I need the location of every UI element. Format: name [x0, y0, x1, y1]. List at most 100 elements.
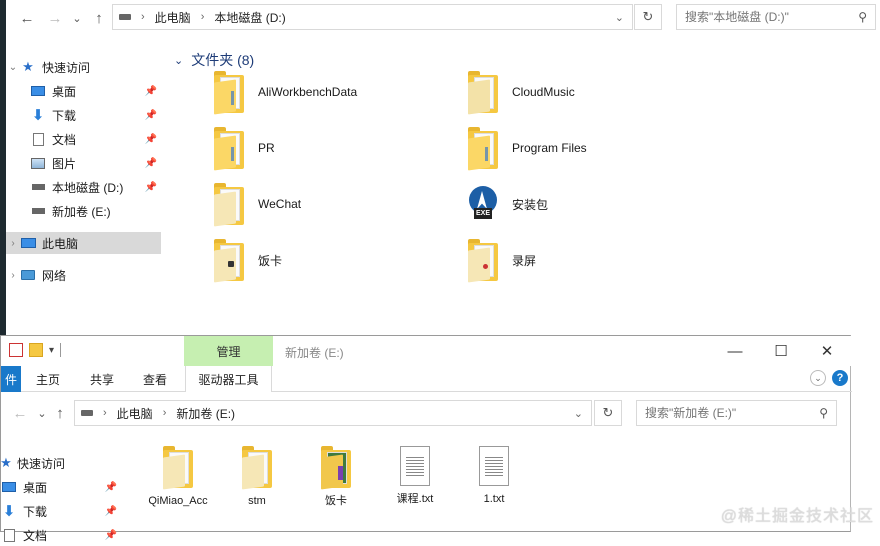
folder-icon	[468, 71, 498, 115]
sidebar-item-documents[interactable]: 文档 📌	[6, 128, 161, 150]
breadcrumb-drive-e[interactable]: 新加卷 (E:)	[176, 405, 235, 422]
tab-home[interactable]: 主页	[36, 371, 60, 388]
drive-icon	[81, 410, 93, 416]
pin-icon[interactable]: 📌	[145, 134, 157, 145]
sidebar-item-downloads[interactable]: ⬇ 下载 📌	[1, 500, 121, 522]
title-bar[interactable]: ▾ 管理 新加卷 (E:) — ☐ ✕	[1, 336, 852, 366]
folder-item[interactable]: WeChat	[214, 178, 464, 230]
folder-item[interactable]: QiMiao_Acc	[140, 446, 216, 508]
file-item[interactable]: 课程.txt	[377, 446, 453, 506]
up-button[interactable]: ↑	[88, 7, 110, 29]
refresh-button[interactable]: ↻	[594, 400, 622, 426]
sidebar-item-drive-e[interactable]: 新加卷 (E:)	[6, 200, 161, 222]
back-button[interactable]: ←	[9, 402, 31, 424]
chevron-down-icon[interactable]: ⌄	[574, 407, 583, 420]
sidebar-item-this-pc[interactable]: › 此电脑	[6, 232, 161, 254]
search-input[interactable]	[685, 10, 859, 24]
watermark: @稀土掘金技术社区	[720, 508, 874, 525]
address-bar[interactable]: › 此电脑 › 新加卷 (E:) ⌄	[74, 400, 592, 426]
chevron-down-icon[interactable]: ⌄	[174, 54, 183, 67]
exe-item[interactable]: EXE 安装包	[468, 178, 718, 230]
search-box[interactable]: ⚲	[676, 4, 876, 30]
chevron-right-icon: ›	[162, 407, 167, 419]
up-button[interactable]: ↑	[49, 402, 71, 424]
file-item[interactable]: 1.txt	[456, 446, 532, 506]
address-bar[interactable]: › 此电脑 › 本地磁盘 (D:) ⌄	[112, 4, 633, 30]
ribbon-tabs: 件 主页 共享 查看 驱动器工具 ⌄ ?	[1, 366, 852, 392]
pin-icon[interactable]: 📌	[145, 182, 157, 193]
search-icon[interactable]: ⚲	[819, 406, 828, 420]
sidebar-item-desktop[interactable]: 桌面 📌	[1, 476, 121, 498]
new-folder-icon[interactable]	[29, 343, 43, 357]
document-icon	[30, 132, 46, 146]
folder-icon	[214, 183, 244, 227]
folder-item[interactable]: 录屏	[468, 234, 718, 286]
pin-icon[interactable]: 📌	[105, 482, 117, 493]
pin-icon[interactable]: 📌	[145, 86, 157, 97]
text-file-icon	[400, 446, 430, 486]
sidebar-item-documents[interactable]: 文档 📌	[1, 524, 121, 546]
chevron-down-icon[interactable]: ⌄	[615, 11, 624, 24]
breadcrumb-this-pc[interactable]: 此电脑	[117, 405, 153, 422]
maximize-button[interactable]: ☐	[758, 336, 804, 366]
folder-icon	[214, 127, 244, 171]
folder-item[interactable]: PR	[214, 122, 464, 174]
item-name: 饭卡	[325, 495, 347, 507]
folder-item[interactable]: 饭卡	[214, 234, 464, 286]
recent-locations-button[interactable]: ⌄	[66, 7, 88, 29]
sidebar-item-desktop[interactable]: 桌面 📌	[6, 80, 161, 102]
pin-icon[interactable]: 📌	[145, 158, 157, 169]
folder-icon	[242, 446, 272, 490]
pin-icon[interactable]: 📌	[105, 530, 117, 541]
archive-item[interactable]: 饭卡	[298, 446, 374, 508]
sidebar-item-label: 文档	[52, 132, 77, 147]
minimize-button[interactable]: —	[712, 336, 758, 366]
back-button[interactable]: ←	[16, 7, 38, 29]
chevron-right-icon[interactable]: ›	[6, 238, 20, 249]
folder-icon	[214, 71, 244, 115]
folder-item[interactable]: Program Files	[468, 122, 718, 174]
sidebar-item-label: 桌面	[23, 480, 48, 495]
chevron-right-icon[interactable]: ›	[6, 270, 20, 281]
sidebar-item-label: 此电脑	[42, 236, 79, 251]
customize-toolbar-icon[interactable]: ▾	[49, 345, 54, 356]
properties-icon[interactable]	[9, 343, 23, 357]
sidebar-item-quick-access[interactable]: ★ 快速访问	[0, 452, 121, 474]
forward-button[interactable]: →	[44, 7, 66, 29]
sidebar-item-quick-access[interactable]: ⌄ ★ 快速访问	[6, 56, 161, 78]
folder-item[interactable]: AliWorkbenchData	[214, 66, 464, 118]
breadcrumb-this-pc[interactable]: 此电脑	[155, 9, 191, 26]
download-icon: ⬇	[2, 503, 16, 520]
sidebar-item-drive-d[interactable]: 本地磁盘 (D:) 📌	[6, 176, 161, 198]
sidebar-item-label: 快速访问	[42, 60, 91, 75]
search-input[interactable]	[645, 406, 820, 420]
archive-icon	[321, 446, 351, 490]
folder-name: AliWorkbenchData	[258, 85, 358, 99]
pin-icon[interactable]: 📌	[105, 506, 117, 517]
sidebar-item-network[interactable]: › 网络	[6, 264, 161, 286]
sidebar-item-label: 桌面	[52, 84, 77, 99]
close-button[interactable]: ✕	[804, 336, 850, 366]
pin-icon[interactable]: 📌	[145, 110, 157, 121]
chevron-down-icon[interactable]: ⌄	[6, 62, 20, 73]
chevron-right-icon: ›	[200, 11, 205, 23]
sidebar-item-downloads[interactable]: ⬇ 下载 📌	[6, 104, 161, 126]
tab-drive-tools[interactable]: 驱动器工具	[185, 366, 272, 392]
search-box[interactable]: ⚲	[636, 400, 837, 426]
sidebar-item-pictures[interactable]: 图片 📌	[6, 152, 161, 174]
item-name: stm	[248, 495, 266, 507]
chevron-right-icon: ›	[141, 11, 145, 23]
folder-item[interactable]: stm	[219, 446, 295, 508]
tab-file[interactable]: 件	[1, 366, 21, 392]
tab-view[interactable]: 查看	[143, 371, 167, 388]
folder-name: Program Files	[512, 141, 587, 155]
folder-item[interactable]: CloudMusic	[468, 66, 718, 118]
chevron-down-icon[interactable]: ⌄	[810, 370, 826, 386]
refresh-button[interactable]: ↻	[634, 4, 662, 30]
search-icon[interactable]: ⚲	[858, 10, 867, 24]
help-icon[interactable]: ?	[832, 370, 848, 386]
tab-share[interactable]: 共享	[90, 371, 114, 388]
folder-name: 饭卡	[258, 253, 283, 268]
breadcrumb-drive-d[interactable]: 本地磁盘 (D:)	[214, 9, 285, 26]
folder-name: CloudMusic	[512, 85, 575, 99]
